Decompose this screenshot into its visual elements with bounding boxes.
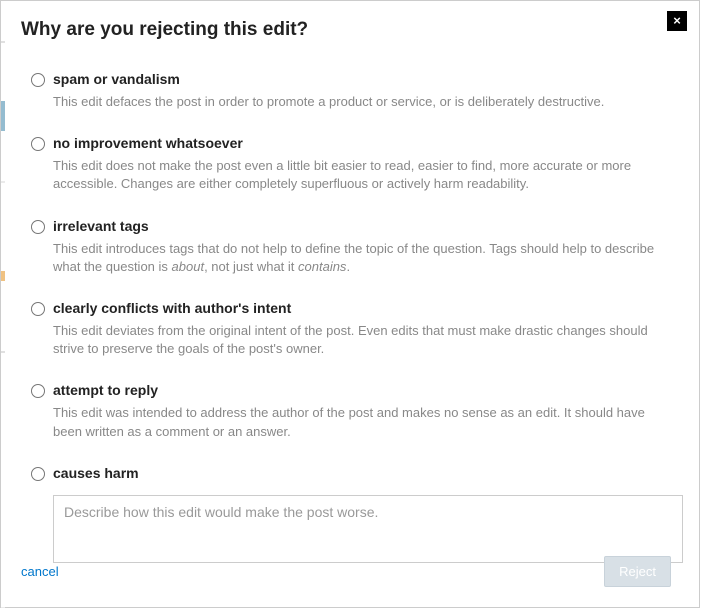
dialog-title: Why are you rejecting this edit? <box>21 19 671 41</box>
rejection-options: spam or vandalism This edit defaces the … <box>21 71 671 568</box>
radio-irrelevant-tags[interactable] <box>31 220 45 234</box>
option-conflicts-intent-desc: This edit deviates from the original int… <box>53 322 671 358</box>
radio-spam[interactable] <box>31 73 45 87</box>
option-attempt-reply[interactable]: attempt to reply This edit was intended … <box>31 382 671 440</box>
option-spam-label: spam or vandalism <box>53 71 671 87</box>
option-no-improvement-label: no improvement whatsoever <box>53 135 671 151</box>
cancel-link[interactable]: cancel <box>21 564 59 579</box>
radio-attempt-reply[interactable] <box>31 384 45 398</box>
option-conflicts-intent-label: clearly conflicts with author's intent <box>53 300 671 316</box>
radio-conflicts-intent[interactable] <box>31 302 45 316</box>
radio-causes-harm[interactable] <box>31 467 45 481</box>
left-stripe-decoration <box>1 1 5 609</box>
option-causes-harm[interactable]: causes harm <box>31 465 671 568</box>
reject-button[interactable]: Reject <box>604 556 671 587</box>
option-irrelevant-tags-desc: This edit introduces tags that do not he… <box>53 240 671 276</box>
option-no-improvement-desc: This edit does not make the post even a … <box>53 157 671 193</box>
reject-edit-dialog: × Why are you rejecting this edit? spam … <box>0 0 700 608</box>
causes-harm-textarea[interactable] <box>53 495 683 563</box>
close-button[interactable]: × <box>667 11 687 31</box>
option-causes-harm-label: causes harm <box>53 465 671 481</box>
radio-no-improvement[interactable] <box>31 137 45 151</box>
option-spam-desc: This edit defaces the post in order to p… <box>53 93 671 111</box>
dialog-footer: cancel Reject <box>21 556 671 587</box>
option-spam[interactable]: spam or vandalism This edit defaces the … <box>31 71 671 111</box>
option-irrelevant-tags[interactable]: irrelevant tags This edit introduces tag… <box>31 218 671 276</box>
option-no-improvement[interactable]: no improvement whatsoever This edit does… <box>31 135 671 193</box>
option-attempt-reply-desc: This edit was intended to address the au… <box>53 404 671 440</box>
option-attempt-reply-label: attempt to reply <box>53 382 671 398</box>
option-conflicts-intent[interactable]: clearly conflicts with author's intent T… <box>31 300 671 358</box>
option-irrelevant-tags-label: irrelevant tags <box>53 218 671 234</box>
